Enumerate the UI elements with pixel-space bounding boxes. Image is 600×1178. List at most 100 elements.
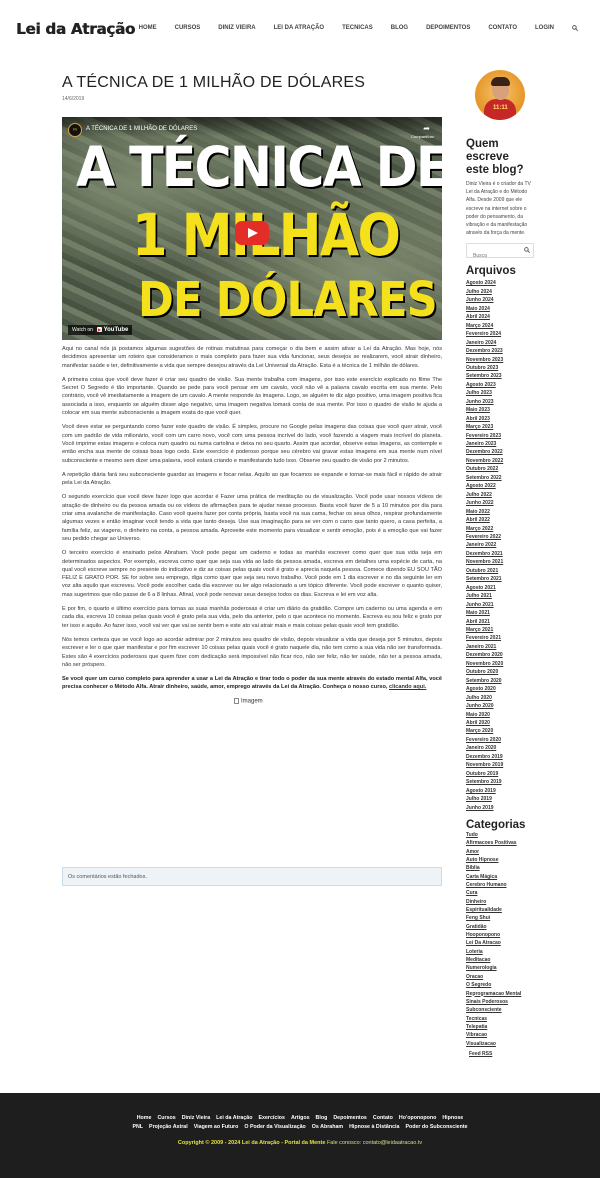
footer-link[interactable]: Home [137, 1115, 152, 1121]
category-link[interactable]: Gratidão [466, 923, 534, 931]
archive-link[interactable]: Abril 2021 [466, 618, 534, 626]
category-link[interactable]: Feng Shui [466, 914, 534, 922]
search-icon[interactable] [572, 25, 578, 33]
footer-link[interactable]: Exercícios [258, 1115, 285, 1121]
archive-link[interactable]: Agosto 2024 [466, 279, 534, 287]
archive-link[interactable]: Maio 2022 [466, 508, 534, 516]
category-link[interactable]: Subconsciente [466, 1006, 534, 1014]
search-input[interactable] [467, 249, 523, 263]
archive-link[interactable]: Novembro 2022 [466, 457, 534, 465]
course-link[interactable]: clicando aqui. [389, 684, 426, 690]
footer-link[interactable]: O Poder da Visualização [244, 1124, 305, 1130]
archive-link[interactable]: Junho 2019 [466, 804, 534, 812]
archive-link[interactable]: Dezembro 2019 [466, 753, 534, 761]
nav-tecnicas[interactable]: Tecnicas [342, 25, 373, 33]
archive-link[interactable]: Maio 2021 [466, 609, 534, 617]
archive-link[interactable]: Março 2021 [466, 626, 534, 634]
archive-link[interactable]: Janeiro 2021 [466, 643, 534, 651]
category-link[interactable]: O Segredo [466, 981, 534, 989]
archive-link[interactable]: Junho 2022 [466, 499, 534, 507]
archive-link[interactable]: Dezembro 2021 [466, 550, 534, 558]
footer-link[interactable]: Contato [373, 1115, 393, 1121]
archive-link[interactable]: Setembro 2023 [466, 372, 534, 380]
category-link[interactable]: Meditacao [466, 956, 534, 964]
footer-link[interactable]: Depoimentos [333, 1115, 367, 1121]
archive-link[interactable]: Agosto 2020 [466, 685, 534, 693]
archive-link[interactable]: Junho 2023 [466, 398, 534, 406]
archive-link[interactable]: Outubro 2022 [466, 465, 534, 473]
search-icon[interactable] [524, 247, 530, 255]
category-link[interactable]: Lei Da Atracao [466, 939, 534, 947]
nav-contato[interactable]: Contato [488, 25, 517, 33]
category-link[interactable]: Oracao [466, 973, 534, 981]
category-link[interactable]: Sinais Poderosos [466, 998, 534, 1006]
archive-link[interactable]: Maio 2020 [466, 711, 534, 719]
archive-link[interactable]: Novembro 2020 [466, 660, 534, 668]
archive-link[interactable]: Outubro 2023 [466, 364, 534, 372]
footer-link[interactable]: Blog [316, 1115, 328, 1121]
archive-link[interactable]: Junho 2021 [466, 601, 534, 609]
archive-link[interactable]: Fevereiro 2022 [466, 533, 534, 541]
footer-link[interactable]: Lei da Atração [216, 1115, 252, 1121]
archive-link[interactable]: Janeiro 2022 [466, 541, 534, 549]
footer-link[interactable]: Cursos [157, 1115, 175, 1121]
category-link[interactable]: Reprogramacao Mental [466, 990, 534, 998]
archive-link[interactable]: Agosto 2023 [466, 381, 534, 389]
footer-link[interactable]: Ho'oponopono [399, 1115, 436, 1121]
footer-link[interactable]: Hipnose [442, 1115, 463, 1121]
archive-link[interactable]: Março 2024 [466, 322, 534, 330]
archive-link[interactable]: Setembro 2019 [466, 778, 534, 786]
category-link[interactable]: Espiritualidade [466, 906, 534, 914]
archive-link[interactable]: Julho 2024 [466, 288, 534, 296]
footer-link[interactable]: Viagem ao Futuro [194, 1124, 239, 1130]
archive-link[interactable]: Abril 2020 [466, 719, 534, 727]
archive-link[interactable]: Maio 2023 [466, 406, 534, 414]
category-link[interactable]: Bíblia [466, 864, 534, 872]
category-link[interactable]: Dinheiro [466, 898, 534, 906]
category-link[interactable]: Afirmacoes Positivas [466, 839, 534, 847]
category-link[interactable]: Visualizacao [466, 1040, 534, 1048]
archive-link[interactable]: Março 2020 [466, 727, 534, 735]
archive-link[interactable]: Setembro 2022 [466, 474, 534, 482]
archive-link[interactable]: Julho 2021 [466, 592, 534, 600]
nav-login[interactable]: Login [535, 25, 554, 33]
archive-link[interactable]: Setembro 2020 [466, 677, 534, 685]
footer-link[interactable]: Os Abraham [312, 1124, 343, 1130]
watch-on-youtube[interactable]: Watch on ▶ YouTube [68, 325, 133, 335]
nav-home[interactable]: Home [139, 25, 157, 33]
category-link[interactable]: Tudo [466, 831, 534, 839]
archive-link[interactable]: Julho 2020 [466, 694, 534, 702]
share-icon[interactable]: ➦ [423, 124, 430, 133]
category-link[interactable]: Auto Hipnose [466, 856, 534, 864]
nav-lei-da-atracao[interactable]: Lei da Atração [274, 25, 324, 33]
category-link[interactable]: Loteria [466, 948, 534, 956]
category-link[interactable]: Amor [466, 848, 534, 856]
archive-link[interactable]: Abril 2022 [466, 516, 534, 524]
footer-link[interactable]: Projeção Astral [149, 1124, 188, 1130]
archive-link[interactable]: Outubro 2021 [466, 567, 534, 575]
archive-link[interactable]: Julho 2019 [466, 795, 534, 803]
footer-link[interactable]: Artigos [291, 1115, 310, 1121]
archive-link[interactable]: Junho 2024 [466, 296, 534, 304]
archive-link[interactable]: Setembro 2021 [466, 575, 534, 583]
archive-link[interactable]: Dezembro 2023 [466, 347, 534, 355]
category-link[interactable]: Carta Mágica [466, 873, 534, 881]
archive-link[interactable]: Fevereiro 2020 [466, 736, 534, 744]
archive-link[interactable]: Janeiro 2020 [466, 744, 534, 752]
archive-link[interactable]: Dezembro 2022 [466, 448, 534, 456]
footer-link[interactable]: Diniz Vieira [182, 1115, 210, 1121]
archive-link[interactable]: Novembro 2019 [466, 761, 534, 769]
category-link[interactable]: Vibracao [466, 1031, 534, 1039]
category-link[interactable]: Cura [466, 889, 534, 897]
archive-link[interactable]: Fevereiro 2021 [466, 634, 534, 642]
archive-link[interactable]: Agosto 2022 [466, 482, 534, 490]
archive-link[interactable]: Março 2022 [466, 525, 534, 533]
footer-link[interactable]: Hipnose à Distância [349, 1124, 399, 1130]
archive-link[interactable]: Janeiro 2024 [466, 339, 534, 347]
archive-link[interactable]: Maio 2024 [466, 305, 534, 313]
archive-link[interactable]: Novembro 2023 [466, 356, 534, 364]
contact-text[interactable]: Fale conosco: contato@leidaatracao.tv [327, 1140, 422, 1146]
footer-link[interactable]: Poder do Subconsciente [405, 1124, 467, 1130]
video-title[interactable]: A TÉCNICA DE 1 MILHÃO DE DÓLARES [86, 126, 197, 132]
nav-depoimentos[interactable]: Depoimentos [426, 25, 470, 33]
